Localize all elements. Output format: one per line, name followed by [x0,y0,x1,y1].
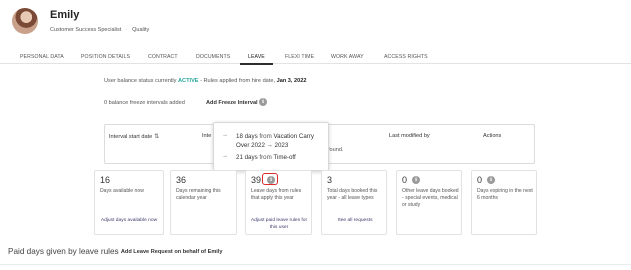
tooltip-row-text: 18 days from Vacation Carry Over 2022 → … [236,132,328,150]
leave-breakdown-tooltip: → 18 days from Vacation Carry Over 2022 … [213,122,329,171]
tab-access-rights[interactable]: ACCESS RIGHTS [384,54,428,60]
status-badge: ACTIVE [178,78,199,84]
hire-date: Jan 3, 2022 [276,78,307,84]
divider [0,264,631,265]
arrow-right-icon: → [222,153,228,159]
tab-contract[interactable]: CONTRACT [148,54,178,60]
stat-value: 0 [402,175,408,185]
info-icon[interactable]: i [487,176,495,184]
subtitle-separator: · [125,27,128,33]
add-leave-request-link[interactable]: Add Leave Request on behalf of Emily [121,249,223,255]
table-empty-message: found. [328,147,344,153]
sort-icon[interactable]: ⇅ [154,134,159,140]
stat-label: Days available now [100,188,144,194]
tab-position-details[interactable]: POSITION DETAILS [81,54,130,60]
add-leave-request-link-wrapper: · Add Leave Request on behalf of Emily [117,249,223,255]
stat-card-available-now: 16 Days available now Adjust days availa… [94,170,164,235]
adjust-days-available-link[interactable]: Adjust days available now [99,217,159,224]
stat-label: Total days booked this year - all leave … [327,188,378,201]
tooltip-amount: 18 days [236,133,258,140]
separator-dot: · [117,249,119,255]
stat-value: 36 [176,175,187,185]
employee-role: Customer Success Specialist [50,27,122,33]
status-middle: - Rules applied from hire date, [198,78,276,84]
arrow-right-icon: → [222,132,228,138]
tooltip-from: from [259,154,272,161]
stat-label: Days remaining this calendar year [176,188,221,201]
tooltip-amount: 21 days [236,154,258,161]
employee-subtitle: Customer Success Specialist · Quality [50,27,149,33]
profile-tabs: PERSONAL DATA POSITION DETAILS CONTRACT … [0,52,631,65]
column-header-actions: Actions [483,133,502,139]
column-header-last-modified: Last modified by [389,133,430,139]
freeze-intervals-count: 0 balance freeze intervals added [104,100,185,106]
tab-work-away[interactable]: WORK AWAY [331,54,364,60]
info-icon[interactable]: i [259,98,267,106]
stat-value: 39 [251,175,262,185]
stat-label: Leave days from rules that apply this ye… [251,188,302,201]
status-prefix: User balance status currently [104,78,177,84]
stat-label: Other leave days booked - special events… [402,188,459,208]
column-header-interval-end: Inte [202,133,212,139]
employee-department: Quality [132,27,150,33]
stat-card-booked-year: 3 Total days booked this year - all leav… [321,170,387,235]
stat-card-expiring: 0 i Days expiring in the next 6 months [471,170,537,235]
stat-card-remaining-year: 36 Days remaining this calendar year [170,170,237,235]
tooltip-from: from [259,133,272,140]
tab-personal-data[interactable]: PERSONAL DATA [20,54,64,60]
tab-documents[interactable]: DOCUMENTS [196,54,230,60]
avatar[interactable] [12,8,38,34]
stat-value: 16 [100,175,111,185]
stat-value: 3 [327,175,333,185]
tab-leave[interactable]: LEAVE [240,54,273,65]
adjust-paid-leave-rules-link[interactable]: Adjust paid leave rules for this user [250,217,308,231]
stat-card-leave-rules: 39 i Leave days from rules that apply th… [245,170,312,235]
column-header-interval-start[interactable]: Interval start date ⇅ [109,133,159,140]
tooltip-row-text: 21 days from Time-off [236,153,328,162]
stat-label: Days expiring in the next 6 months [477,188,533,201]
balance-status-line: User balance status currently ACTIVE - R… [104,78,306,84]
tooltip-source: Time-off [273,154,296,161]
info-icon[interactable]: i [412,176,420,184]
employee-name: Emily [50,9,80,21]
profile-header: Emily Customer Success Specialist · Qual… [0,0,631,42]
tab-flexi-time[interactable]: FLEXI TIME [285,54,314,60]
add-freeze-interval-link[interactable]: Add Freeze Interval [206,100,258,106]
highlight-box [262,173,278,185]
column-header-label: Interval start date [109,134,153,140]
stat-card-other-leave: 0 i Other leave days booked - special ev… [396,170,462,235]
stat-value: 0 [477,175,483,185]
see-all-requests-link[interactable]: See all requests [326,217,384,224]
section-title: Paid days given by leave rules [8,247,119,256]
